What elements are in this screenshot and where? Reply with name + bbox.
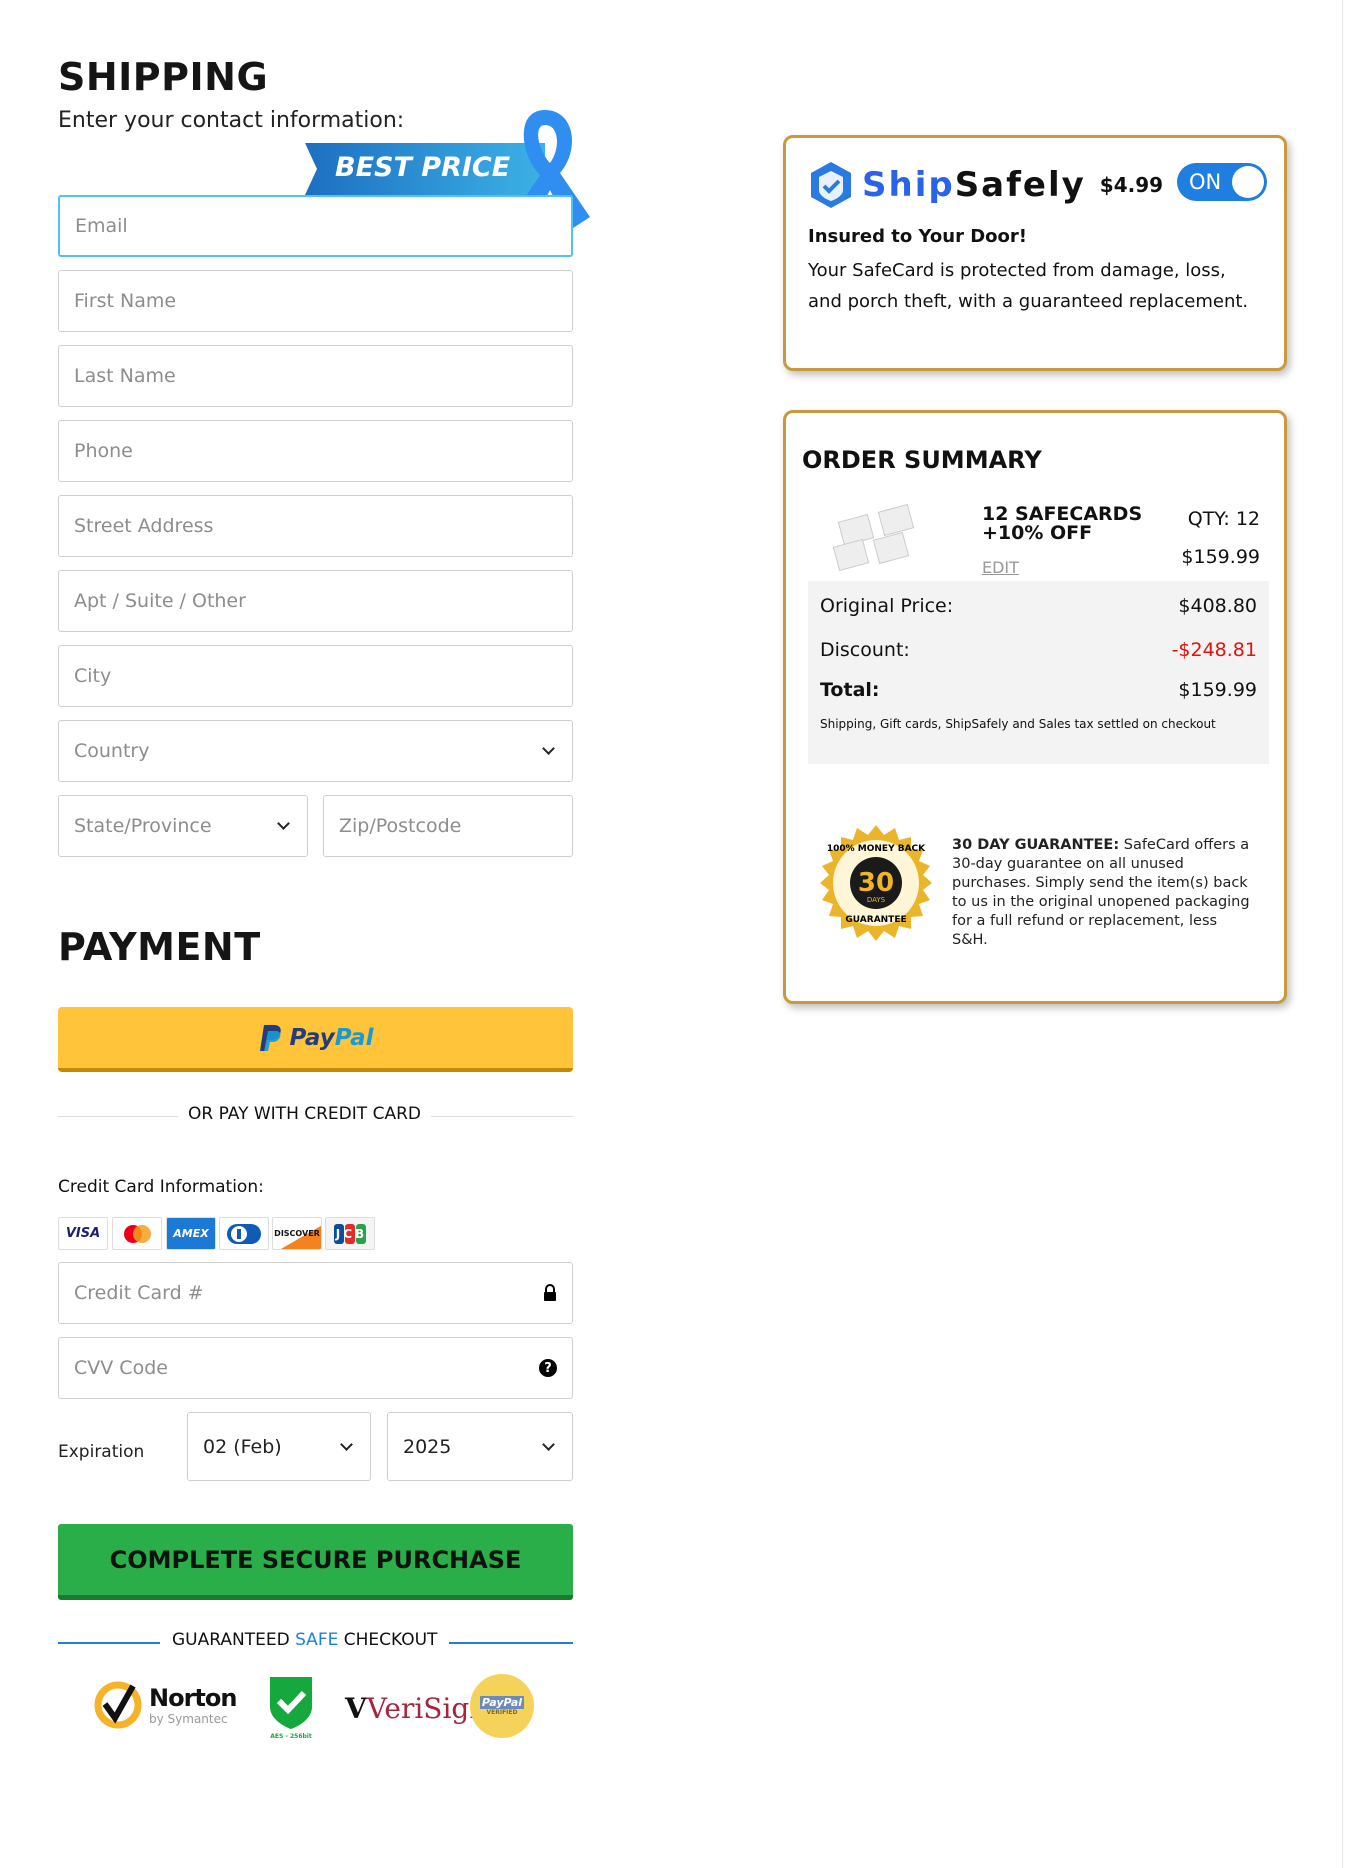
exp-month-select[interactable]: 02 (Feb) xyxy=(187,1412,371,1481)
product-name: 12 SAFECARDS +10% OFF xyxy=(982,503,1143,544)
mastercard-icon xyxy=(112,1217,162,1250)
visa-icon: VISA xyxy=(58,1217,108,1250)
chevron-down-icon xyxy=(542,742,555,755)
paypal-verified-logo: PayPal VERIFIED xyxy=(470,1674,534,1738)
city-placeholder: City xyxy=(74,665,112,687)
safe-checkout-text: GUARANTEED SAFE CHECKOUT xyxy=(160,1630,450,1650)
paypal-text-pal: Pal xyxy=(334,1024,374,1051)
country-select[interactable]: Country xyxy=(58,720,573,782)
last-name-placeholder: Last Name xyxy=(74,365,176,387)
aes-shield-logo: AES - 256bit xyxy=(268,1675,314,1740)
shipping-title: SHIPPING xyxy=(58,55,269,99)
shipsafely-price: $4.99 xyxy=(1099,173,1164,197)
shipsafely-panel: ShipSafely $4.99 ON Insured to Your Door… xyxy=(783,135,1287,371)
discount-label: Discount: xyxy=(820,639,910,661)
street-address-input[interactable]: Street Address xyxy=(58,495,573,557)
price-breakdown: Original Price: $408.80 Discount: -$248.81… xyxy=(808,581,1269,764)
exp-year-select[interactable]: 2025 xyxy=(387,1412,573,1481)
help-icon[interactable]: ? xyxy=(539,1359,557,1377)
phone-placeholder: Phone xyxy=(74,440,133,462)
exp-year-value: 2025 xyxy=(403,1435,452,1458)
money-back-seal: 30 DAYS 100% MONEY BACK GUARANTEE xyxy=(820,825,932,941)
zip-placeholder: Zip/Postcode xyxy=(339,815,462,837)
checkout-note: Shipping, Gift cards, ShipSafely and Sal… xyxy=(820,717,1216,731)
norton-logo: Norton by Symantec xyxy=(93,1680,237,1730)
paypal-button[interactable]: PayPal xyxy=(58,1007,573,1072)
payment-title: PAYMENT xyxy=(58,925,261,969)
expiration-label: Expiration xyxy=(58,1442,145,1462)
cc-info-label: Credit Card Information: xyxy=(58,1177,264,1197)
jcb-icon: JCB xyxy=(325,1217,375,1250)
or-pay-divider-text: OR PAY WITH CREDIT CARD xyxy=(178,1104,431,1124)
total-value: $159.99 xyxy=(1178,679,1257,701)
svg-text:100% MONEY BACK: 100% MONEY BACK xyxy=(827,844,926,854)
toggle-label: ON xyxy=(1189,170,1222,194)
shipsafely-heading: Insured to Your Door! xyxy=(808,226,1027,247)
verisign-logo: VVeriSign xyxy=(345,1692,488,1725)
country-value: Country xyxy=(74,740,150,762)
cvv-input[interactable]: CVV Code ? xyxy=(58,1337,573,1399)
order-summary-title: ORDER SUMMARY xyxy=(802,446,1042,474)
last-name-input[interactable]: Last Name xyxy=(58,345,573,407)
jcb-text: JCB xyxy=(335,1226,368,1241)
city-input[interactable]: City xyxy=(58,645,573,707)
first-name-input[interactable]: First Name xyxy=(58,270,573,332)
zip-input[interactable]: Zip/Postcode xyxy=(323,795,573,857)
shipsafely-shield-icon xyxy=(811,162,851,208)
shipsafely-toggle[interactable]: ON xyxy=(1177,163,1267,201)
cvv-placeholder: CVV Code xyxy=(74,1357,168,1379)
chevron-down-icon xyxy=(542,1437,555,1451)
shipsafely-body: Your SafeCard is protected from damage, … xyxy=(808,260,1249,312)
phone-input[interactable]: Phone xyxy=(58,420,573,482)
product-image xyxy=(832,503,915,572)
svg-text:30: 30 xyxy=(858,868,894,898)
svg-text:GUARANTEE: GUARANTEE xyxy=(845,915,906,925)
chevron-down-icon xyxy=(277,817,290,830)
state-select[interactable]: State/Province xyxy=(58,795,308,857)
first-name-placeholder: First Name xyxy=(74,290,177,312)
shipping-subtitle: Enter your contact information: xyxy=(58,108,405,133)
credit-card-input[interactable]: Credit Card # xyxy=(58,1262,573,1324)
paypal-logo-icon xyxy=(259,1024,281,1051)
apt-suite-input[interactable]: Apt / Suite / Other xyxy=(58,570,573,632)
page-edge xyxy=(1342,0,1343,1868)
total-label: Total: xyxy=(820,679,880,701)
norton-check-icon xyxy=(94,1681,142,1729)
product-qty: QTY: 12 xyxy=(1187,508,1260,530)
guarantee-text: 30 DAY GUARANTEE: SafeCard offers a 30-d… xyxy=(952,837,1250,948)
svg-text:DAYS: DAYS xyxy=(867,896,886,904)
diners-icon xyxy=(219,1217,269,1250)
discount-value: -$248.81 xyxy=(1171,639,1257,661)
state-value: State/Province xyxy=(74,815,212,837)
email-placeholder: Email xyxy=(75,215,128,237)
original-price-value: $408.80 xyxy=(1178,595,1257,617)
order-summary-panel: ORDER SUMMARY 12 SAFECARDS +10% OFF EDIT … xyxy=(783,410,1287,1004)
email-input[interactable]: Email xyxy=(58,195,573,257)
original-price-label: Original Price: xyxy=(820,595,954,617)
apt-placeholder: Apt / Suite / Other xyxy=(74,590,246,612)
toggle-knob xyxy=(1232,166,1264,198)
edit-link[interactable]: EDIT xyxy=(982,558,1019,577)
shield-check-icon xyxy=(270,1677,312,1729)
paypal-text-pay: Pay xyxy=(289,1024,335,1051)
street-placeholder: Street Address xyxy=(74,515,214,537)
complete-purchase-button[interactable]: COMPLETE SECURE PURCHASE xyxy=(58,1524,573,1600)
cc-placeholder: Credit Card # xyxy=(74,1282,204,1304)
lock-icon xyxy=(544,1284,556,1301)
product-price: $159.99 xyxy=(1181,546,1260,568)
best-price-text: BEST PRICE xyxy=(335,152,511,183)
discover-icon: DISCOVER xyxy=(272,1217,322,1250)
exp-month-value: 02 (Feb) xyxy=(203,1435,282,1458)
amex-icon: AMEX xyxy=(166,1217,216,1250)
shipsafely-brand: ShipSafely xyxy=(862,165,1086,205)
chevron-down-icon xyxy=(340,1437,353,1451)
